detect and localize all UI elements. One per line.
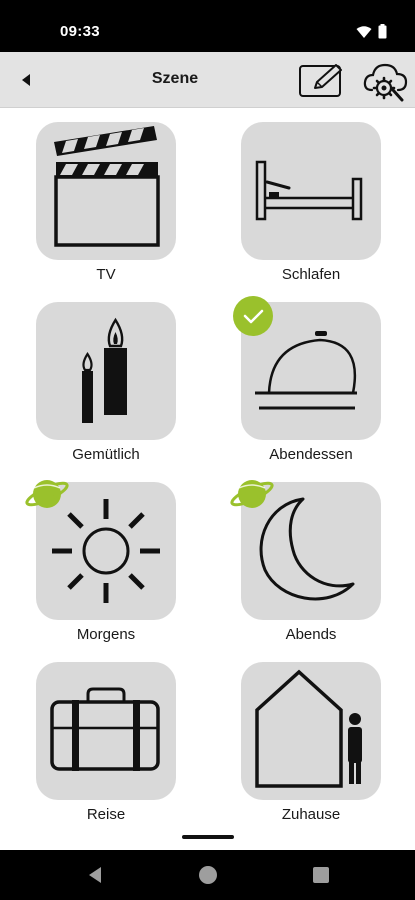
scene-tile-gemuetlich[interactable]: Gemütlich	[36, 288, 176, 463]
edit-button[interactable]	[298, 63, 346, 99]
scene-tile-tv[interactable]: TV	[36, 108, 176, 283]
scene-label: Schlafen	[281, 266, 341, 283]
bed-icon	[255, 160, 363, 221]
scene-tile-box	[36, 122, 176, 260]
scene-tile-abends[interactable]: Abends	[230, 468, 381, 643]
status-icons	[356, 24, 387, 39]
scene-label: Reise	[86, 806, 126, 823]
clapperboard-icon	[54, 126, 160, 247]
scene-grid: TV Schlafen Gemütlich Abendessen Morgens…	[0, 108, 415, 828]
active-check-icon	[233, 296, 273, 336]
gesture-handle[interactable]	[182, 835, 234, 839]
wifi-icon	[356, 25, 372, 38]
scene-tile-box	[241, 662, 381, 800]
cloud-settings-icon	[363, 63, 408, 102]
house-person-icon	[255, 669, 362, 788]
nav-back-icon[interactable]	[85, 864, 107, 886]
scene-label: Abendessen	[269, 446, 353, 463]
scene-tile-box	[241, 122, 381, 260]
cloud-settings-button[interactable]	[362, 60, 408, 102]
scene-label: Abends	[285, 626, 337, 643]
scene-tile-morgens[interactable]: Morgens	[25, 468, 176, 643]
scene-label: Gemütlich	[72, 446, 140, 463]
scene-tile-zuhause[interactable]: Zuhause	[241, 648, 381, 823]
battery-icon	[378, 24, 387, 39]
suitcase-icon	[50, 687, 160, 771]
nav-recents-icon[interactable]	[310, 864, 332, 886]
scene-label: Morgens	[76, 626, 136, 643]
status-bar: 09:33	[0, 0, 415, 52]
scene-label: Zuhause	[281, 806, 341, 823]
scene-label: TV	[96, 266, 116, 283]
planet-icon	[230, 480, 274, 508]
status-time: 09:33	[60, 23, 100, 40]
candles-icon	[82, 317, 127, 423]
scene-tile-schlafen[interactable]: Schlafen	[241, 108, 381, 283]
planet-icon	[25, 480, 69, 508]
scene-tile-reise[interactable]: Reise	[36, 648, 176, 823]
scene-tile-abendessen[interactable]: Abendessen	[233, 288, 381, 463]
nav-home-icon[interactable]	[197, 864, 219, 886]
system-nav-bar	[0, 850, 415, 900]
app-bar: Szene	[0, 52, 415, 108]
scene-tile-box	[36, 302, 176, 440]
edit-icon	[299, 64, 342, 97]
scene-tile-box	[36, 662, 176, 800]
